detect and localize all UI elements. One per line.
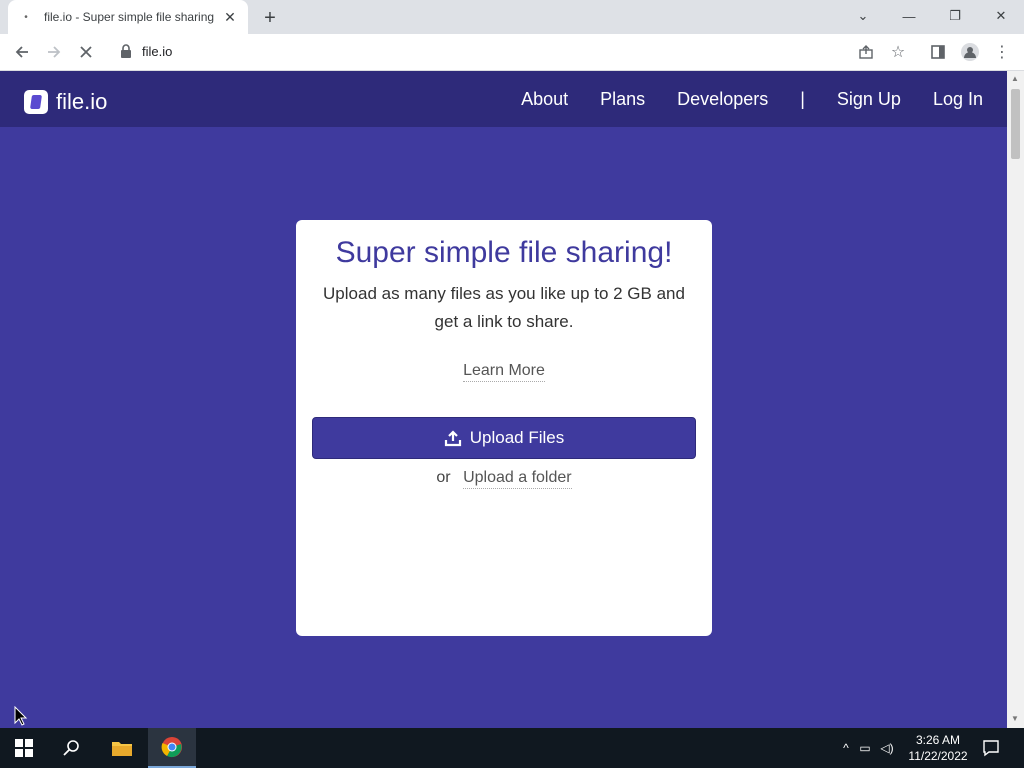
new-tab-button[interactable]: + <box>258 6 282 30</box>
learn-more-row: Learn More <box>296 362 712 382</box>
clock-time: 3:26 AM <box>915 733 961 747</box>
upload-files-label: Upload Files <box>469 428 565 447</box>
search-icon <box>63 740 79 756</box>
nav-plans[interactable]: Plans <box>600 89 645 110</box>
lock-icon <box>121 44 131 58</box>
site-navbar: file.io About Plans Developers | Sign Up… <box>0 71 1007 127</box>
url-text: file.io <box>142 44 173 59</box>
search-button[interactable] <box>48 728 96 768</box>
window-close-button[interactable]: ✕ <box>978 0 1024 32</box>
nav-log-in[interactable]: Log In <box>933 89 983 110</box>
chrome-icon <box>161 737 182 758</box>
loading-favicon-icon: • <box>24 11 28 23</box>
nav-about[interactable]: About <box>521 89 568 110</box>
volume-icon[interactable]: ◁) <box>876 741 898 755</box>
address-bar[interactable]: file.io <box>108 38 1020 66</box>
scrollbar-thumb[interactable] <box>1011 89 1020 159</box>
scroll-down-icon[interactable]: ▼ <box>1011 714 1019 723</box>
upload-icon <box>444 430 461 447</box>
show-hidden-icons-icon[interactable]: ^ <box>838 741 854 755</box>
web-page: file.io About Plans Developers | Sign Up… <box>0 71 1007 728</box>
minimize-button[interactable]: — <box>886 0 932 32</box>
nav-separator: | <box>800 88 805 109</box>
windows-logo-icon <box>15 739 33 757</box>
profile-avatar-icon[interactable] <box>958 40 982 64</box>
menu-kebab-icon[interactable]: ⋮ <box>990 40 1014 64</box>
notification-center-icon <box>983 740 999 757</box>
folder-icon <box>112 742 132 756</box>
nav-sign-up[interactable]: Sign Up <box>837 89 901 110</box>
share-icon[interactable] <box>854 40 878 64</box>
upload-folder-link[interactable]: Upload a folder <box>463 469 572 489</box>
learn-more-link[interactable]: Learn More <box>463 362 545 382</box>
page-scrollbar[interactable]: ▲ ▼ <box>1007 71 1024 728</box>
logo-text: file.io <box>56 89 108 114</box>
tab-search-icon[interactable]: ⌄ <box>840 0 886 32</box>
forward-icon[interactable] <box>42 40 66 64</box>
tab-title: file.io - Super simple file sharing <box>44 10 215 24</box>
mouse-cursor-icon <box>14 706 28 726</box>
card-heading: Super simple file sharing! <box>335 236 673 269</box>
start-button[interactable] <box>0 728 48 768</box>
nav-links: About Plans Developers | Sign Up Log In <box>521 71 983 127</box>
upload-card: Super simple file sharing! Upload as man… <box>296 220 712 636</box>
browser-tab[interactable]: • file.io - Super simple file sharing ✕ <box>8 0 248 34</box>
scroll-up-icon[interactable]: ▲ <box>1011 74 1019 83</box>
clock-date: 11/22/2022 <box>908 749 968 763</box>
tab-strip: • file.io - Super simple file sharing ✕ … <box>0 0 1024 34</box>
network-icon[interactable]: ▭ <box>854 741 876 755</box>
file-explorer-button[interactable] <box>98 728 146 768</box>
system-tray: ^ ▭ ◁) <box>838 728 898 768</box>
browser-toolbar: file.io ☆ ⋮ <box>0 34 1024 71</box>
upload-files-button[interactable]: Upload Files <box>312 417 696 459</box>
upload-folder-row: or Upload a folder <box>296 469 712 489</box>
card-description: Upload as many files as you like up to 2… <box>323 284 685 331</box>
logo-mark-icon <box>24 90 48 114</box>
restore-button[interactable]: ❐ <box>932 0 978 32</box>
back-icon[interactable] <box>10 40 34 64</box>
close-tab-icon[interactable]: ✕ <box>222 9 238 25</box>
chrome-taskbar-button[interactable] <box>148 728 196 768</box>
site-logo[interactable]: file.io <box>24 89 107 115</box>
nav-developers[interactable]: Developers <box>677 89 768 110</box>
taskbar-clock[interactable]: 3:26 AM 11/22/2022 <box>900 732 976 764</box>
or-text: or <box>436 469 451 486</box>
bookmark-star-icon[interactable]: ☆ <box>886 40 910 64</box>
notifications-button[interactable] <box>968 728 1014 768</box>
stop-loading-icon[interactable] <box>74 40 98 64</box>
side-panel-icon[interactable] <box>926 40 950 64</box>
windows-taskbar: ^ ▭ ◁) 3:26 AM 11/22/2022 <box>0 728 1024 768</box>
